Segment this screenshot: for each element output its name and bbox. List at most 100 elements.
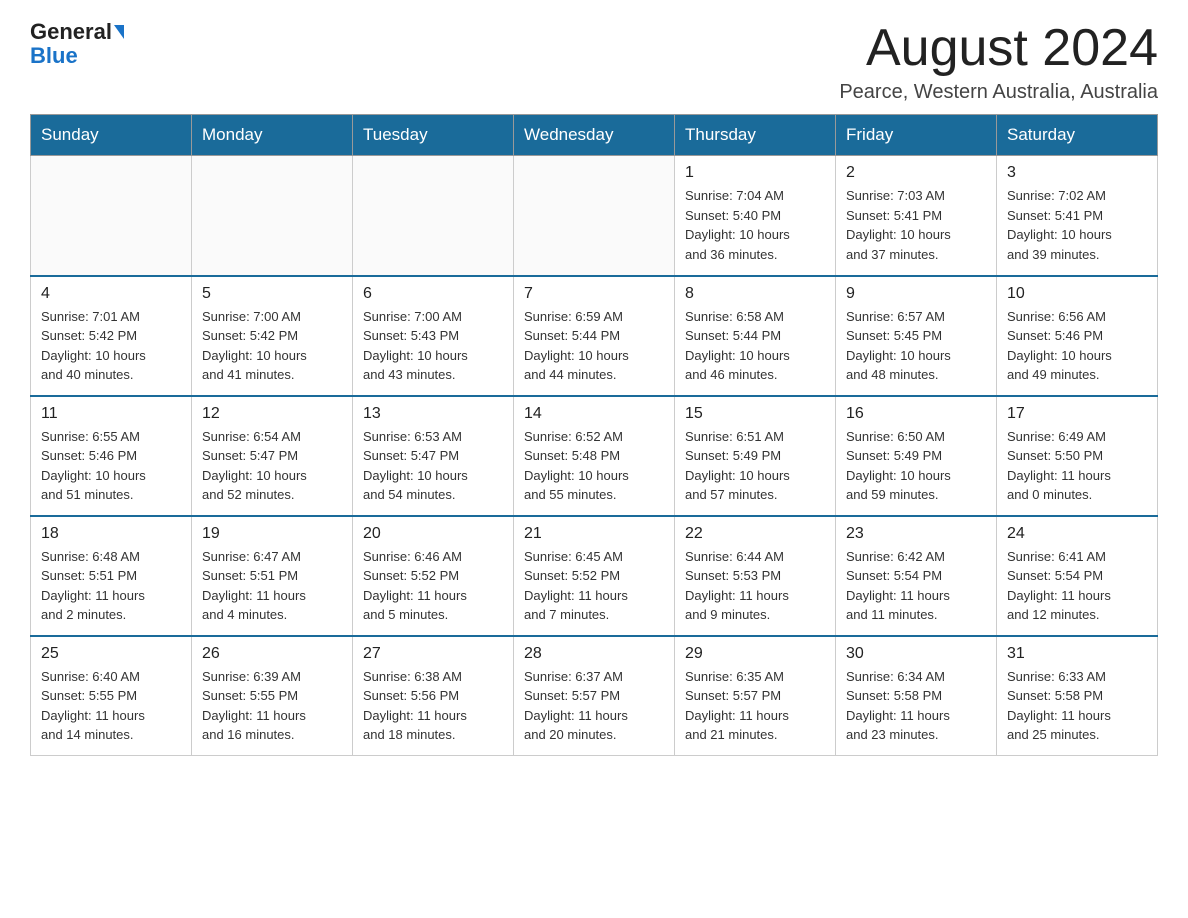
day-info: Sunrise: 6:52 AMSunset: 5:48 PMDaylight:… <box>524 427 664 505</box>
day-info: Sunrise: 6:42 AMSunset: 5:54 PMDaylight:… <box>846 547 986 625</box>
header-friday: Friday <box>836 115 997 156</box>
table-row: 5 Sunrise: 7:00 AMSunset: 5:42 PMDaylight… <box>192 276 353 396</box>
table-row: 23 Sunrise: 6:42 AMSunset: 5:54 PMDayligh… <box>836 516 997 636</box>
table-row: 17 Sunrise: 6:49 AMSunset: 5:50 PMDayligh… <box>997 396 1158 516</box>
header-saturday: Saturday <box>997 115 1158 156</box>
table-row: 7 Sunrise: 6:59 AMSunset: 5:44 PMDaylight… <box>514 276 675 396</box>
day-number: 29 <box>685 645 825 663</box>
day-number: 26 <box>202 645 342 663</box>
header: General Blue August 2024 Pearce, Western… <box>30 20 1158 104</box>
table-row: 24 Sunrise: 6:41 AMSunset: 5:54 PMDayligh… <box>997 516 1158 636</box>
day-number: 19 <box>202 525 342 543</box>
day-number: 9 <box>846 285 986 303</box>
logo: General Blue <box>30 20 124 68</box>
table-row: 21Sunrise: 6:45 AMSunset: 5:52 PMDayligh… <box>514 516 675 636</box>
day-info: Sunrise: 7:03 AMSunset: 5:41 PMDaylight:… <box>846 186 986 264</box>
header-sunday: Sunday <box>31 115 192 156</box>
calendar-week-row: 18Sunrise: 6:48 AMSunset: 5:51 PMDayligh… <box>31 516 1158 636</box>
table-row: 11 Sunrise: 6:55 AMSunset: 5:46 PMDayligh… <box>31 396 192 516</box>
table-row: 14 Sunrise: 6:52 AMSunset: 5:48 PMDayligh… <box>514 396 675 516</box>
day-info: Sunrise: 6:51 AMSunset: 5:49 PMDaylight:… <box>685 427 825 505</box>
table-row: 28 Sunrise: 6:37 AMSunset: 5:57 PMDayligh… <box>514 636 675 756</box>
table-row: 1 Sunrise: 7:04 AMSunset: 5:40 PMDaylight… <box>675 156 836 276</box>
day-info: Sunrise: 6:46 AMSunset: 5:52 PMDaylight:… <box>363 547 503 625</box>
day-number: 12 <box>202 405 342 423</box>
day-number: 25 <box>41 645 181 663</box>
weekday-header-row: Sunday Monday Tuesday Wednesday Thursday… <box>31 115 1158 156</box>
table-row: 12Sunrise: 6:54 AMSunset: 5:47 PMDayligh… <box>192 396 353 516</box>
day-info: Sunrise: 6:48 AMSunset: 5:51 PMDaylight:… <box>41 547 181 625</box>
table-row: 4 Sunrise: 7:01 AMSunset: 5:42 PMDaylight… <box>31 276 192 396</box>
logo-triangle-icon <box>114 25 124 39</box>
table-row <box>192 156 353 276</box>
day-info: Sunrise: 6:39 AMSunset: 5:55 PMDaylight:… <box>202 667 342 745</box>
day-info: Sunrise: 7:04 AMSunset: 5:40 PMDaylight:… <box>685 186 825 264</box>
title-area: August 2024 Pearce, Western Australia, A… <box>839 20 1158 104</box>
day-info: Sunrise: 6:57 AMSunset: 5:45 PMDaylight:… <box>846 307 986 385</box>
day-info: Sunrise: 6:56 AMSunset: 5:46 PMDaylight:… <box>1007 307 1147 385</box>
day-number: 3 <box>1007 164 1147 182</box>
header-thursday: Thursday <box>675 115 836 156</box>
day-info: Sunrise: 6:44 AMSunset: 5:53 PMDaylight:… <box>685 547 825 625</box>
header-wednesday: Wednesday <box>514 115 675 156</box>
day-info: Sunrise: 7:00 AMSunset: 5:42 PMDaylight:… <box>202 307 342 385</box>
day-info: Sunrise: 6:50 AMSunset: 5:49 PMDaylight:… <box>846 427 986 505</box>
day-info: Sunrise: 6:55 AMSunset: 5:46 PMDaylight:… <box>41 427 181 505</box>
table-row: 30Sunrise: 6:34 AMSunset: 5:58 PMDayligh… <box>836 636 997 756</box>
day-number: 10 <box>1007 285 1147 303</box>
day-number: 1 <box>685 164 825 182</box>
table-row: 18Sunrise: 6:48 AMSunset: 5:51 PMDayligh… <box>31 516 192 636</box>
day-info: Sunrise: 6:45 AMSunset: 5:52 PMDaylight:… <box>524 547 664 625</box>
calendar-week-row: 4 Sunrise: 7:01 AMSunset: 5:42 PMDaylight… <box>31 276 1158 396</box>
logo-blue: Blue <box>30 44 78 68</box>
day-number: 23 <box>846 525 986 543</box>
day-number: 4 <box>41 285 181 303</box>
day-number: 15 <box>685 405 825 423</box>
header-monday: Monday <box>192 115 353 156</box>
table-row: 3 Sunrise: 7:02 AMSunset: 5:41 PMDaylight… <box>997 156 1158 276</box>
day-number: 27 <box>363 645 503 663</box>
day-info: Sunrise: 6:59 AMSunset: 5:44 PMDaylight:… <box>524 307 664 385</box>
table-row: 13Sunrise: 6:53 AMSunset: 5:47 PMDayligh… <box>353 396 514 516</box>
day-info: Sunrise: 6:35 AMSunset: 5:57 PMDaylight:… <box>685 667 825 745</box>
calendar-week-row: 25Sunrise: 6:40 AMSunset: 5:55 PMDayligh… <box>31 636 1158 756</box>
day-number: 2 <box>846 164 986 182</box>
day-number: 24 <box>1007 525 1147 543</box>
table-row: 19 Sunrise: 6:47 AMSunset: 5:51 PMDayligh… <box>192 516 353 636</box>
table-row: 2 Sunrise: 7:03 AMSunset: 5:41 PMDaylight… <box>836 156 997 276</box>
day-number: 28 <box>524 645 664 663</box>
table-row: 25Sunrise: 6:40 AMSunset: 5:55 PMDayligh… <box>31 636 192 756</box>
day-info: Sunrise: 7:01 AMSunset: 5:42 PMDaylight:… <box>41 307 181 385</box>
calendar: Sunday Monday Tuesday Wednesday Thursday… <box>30 114 1158 756</box>
day-info: Sunrise: 7:00 AMSunset: 5:43 PMDaylight:… <box>363 307 503 385</box>
day-number: 8 <box>685 285 825 303</box>
day-info: Sunrise: 6:38 AMSunset: 5:56 PMDaylight:… <box>363 667 503 745</box>
day-info: Sunrise: 6:49 AMSunset: 5:50 PMDaylight:… <box>1007 427 1147 505</box>
table-row: 20 Sunrise: 6:46 AMSunset: 5:52 PMDayligh… <box>353 516 514 636</box>
day-number: 14 <box>524 405 664 423</box>
day-info: Sunrise: 6:47 AMSunset: 5:51 PMDaylight:… <box>202 547 342 625</box>
day-number: 7 <box>524 285 664 303</box>
day-number: 11 <box>41 405 181 423</box>
day-info: Sunrise: 7:02 AMSunset: 5:41 PMDaylight:… <box>1007 186 1147 264</box>
day-number: 20 <box>363 525 503 543</box>
day-info: Sunrise: 6:33 AMSunset: 5:58 PMDaylight:… <box>1007 667 1147 745</box>
table-row: 8Sunrise: 6:58 AMSunset: 5:44 PMDaylight… <box>675 276 836 396</box>
day-number: 17 <box>1007 405 1147 423</box>
month-title: August 2024 <box>839 20 1158 77</box>
day-number: 16 <box>846 405 986 423</box>
location: Pearce, Western Australia, Australia <box>839 81 1158 104</box>
table-row: 22 Sunrise: 6:44 AMSunset: 5:53 PMDayligh… <box>675 516 836 636</box>
day-info: Sunrise: 6:53 AMSunset: 5:47 PMDaylight:… <box>363 427 503 505</box>
day-info: Sunrise: 6:37 AMSunset: 5:57 PMDaylight:… <box>524 667 664 745</box>
day-number: 30 <box>846 645 986 663</box>
table-row: 26 Sunrise: 6:39 AMSunset: 5:55 PMDayligh… <box>192 636 353 756</box>
table-row: 6Sunrise: 7:00 AMSunset: 5:43 PMDaylight… <box>353 276 514 396</box>
table-row: 29 Sunrise: 6:35 AMSunset: 5:57 PMDayligh… <box>675 636 836 756</box>
day-info: Sunrise: 6:41 AMSunset: 5:54 PMDaylight:… <box>1007 547 1147 625</box>
table-row: 27 Sunrise: 6:38 AMSunset: 5:56 PMDayligh… <box>353 636 514 756</box>
table-row <box>31 156 192 276</box>
table-row <box>353 156 514 276</box>
day-number: 5 <box>202 285 342 303</box>
day-number: 22 <box>685 525 825 543</box>
